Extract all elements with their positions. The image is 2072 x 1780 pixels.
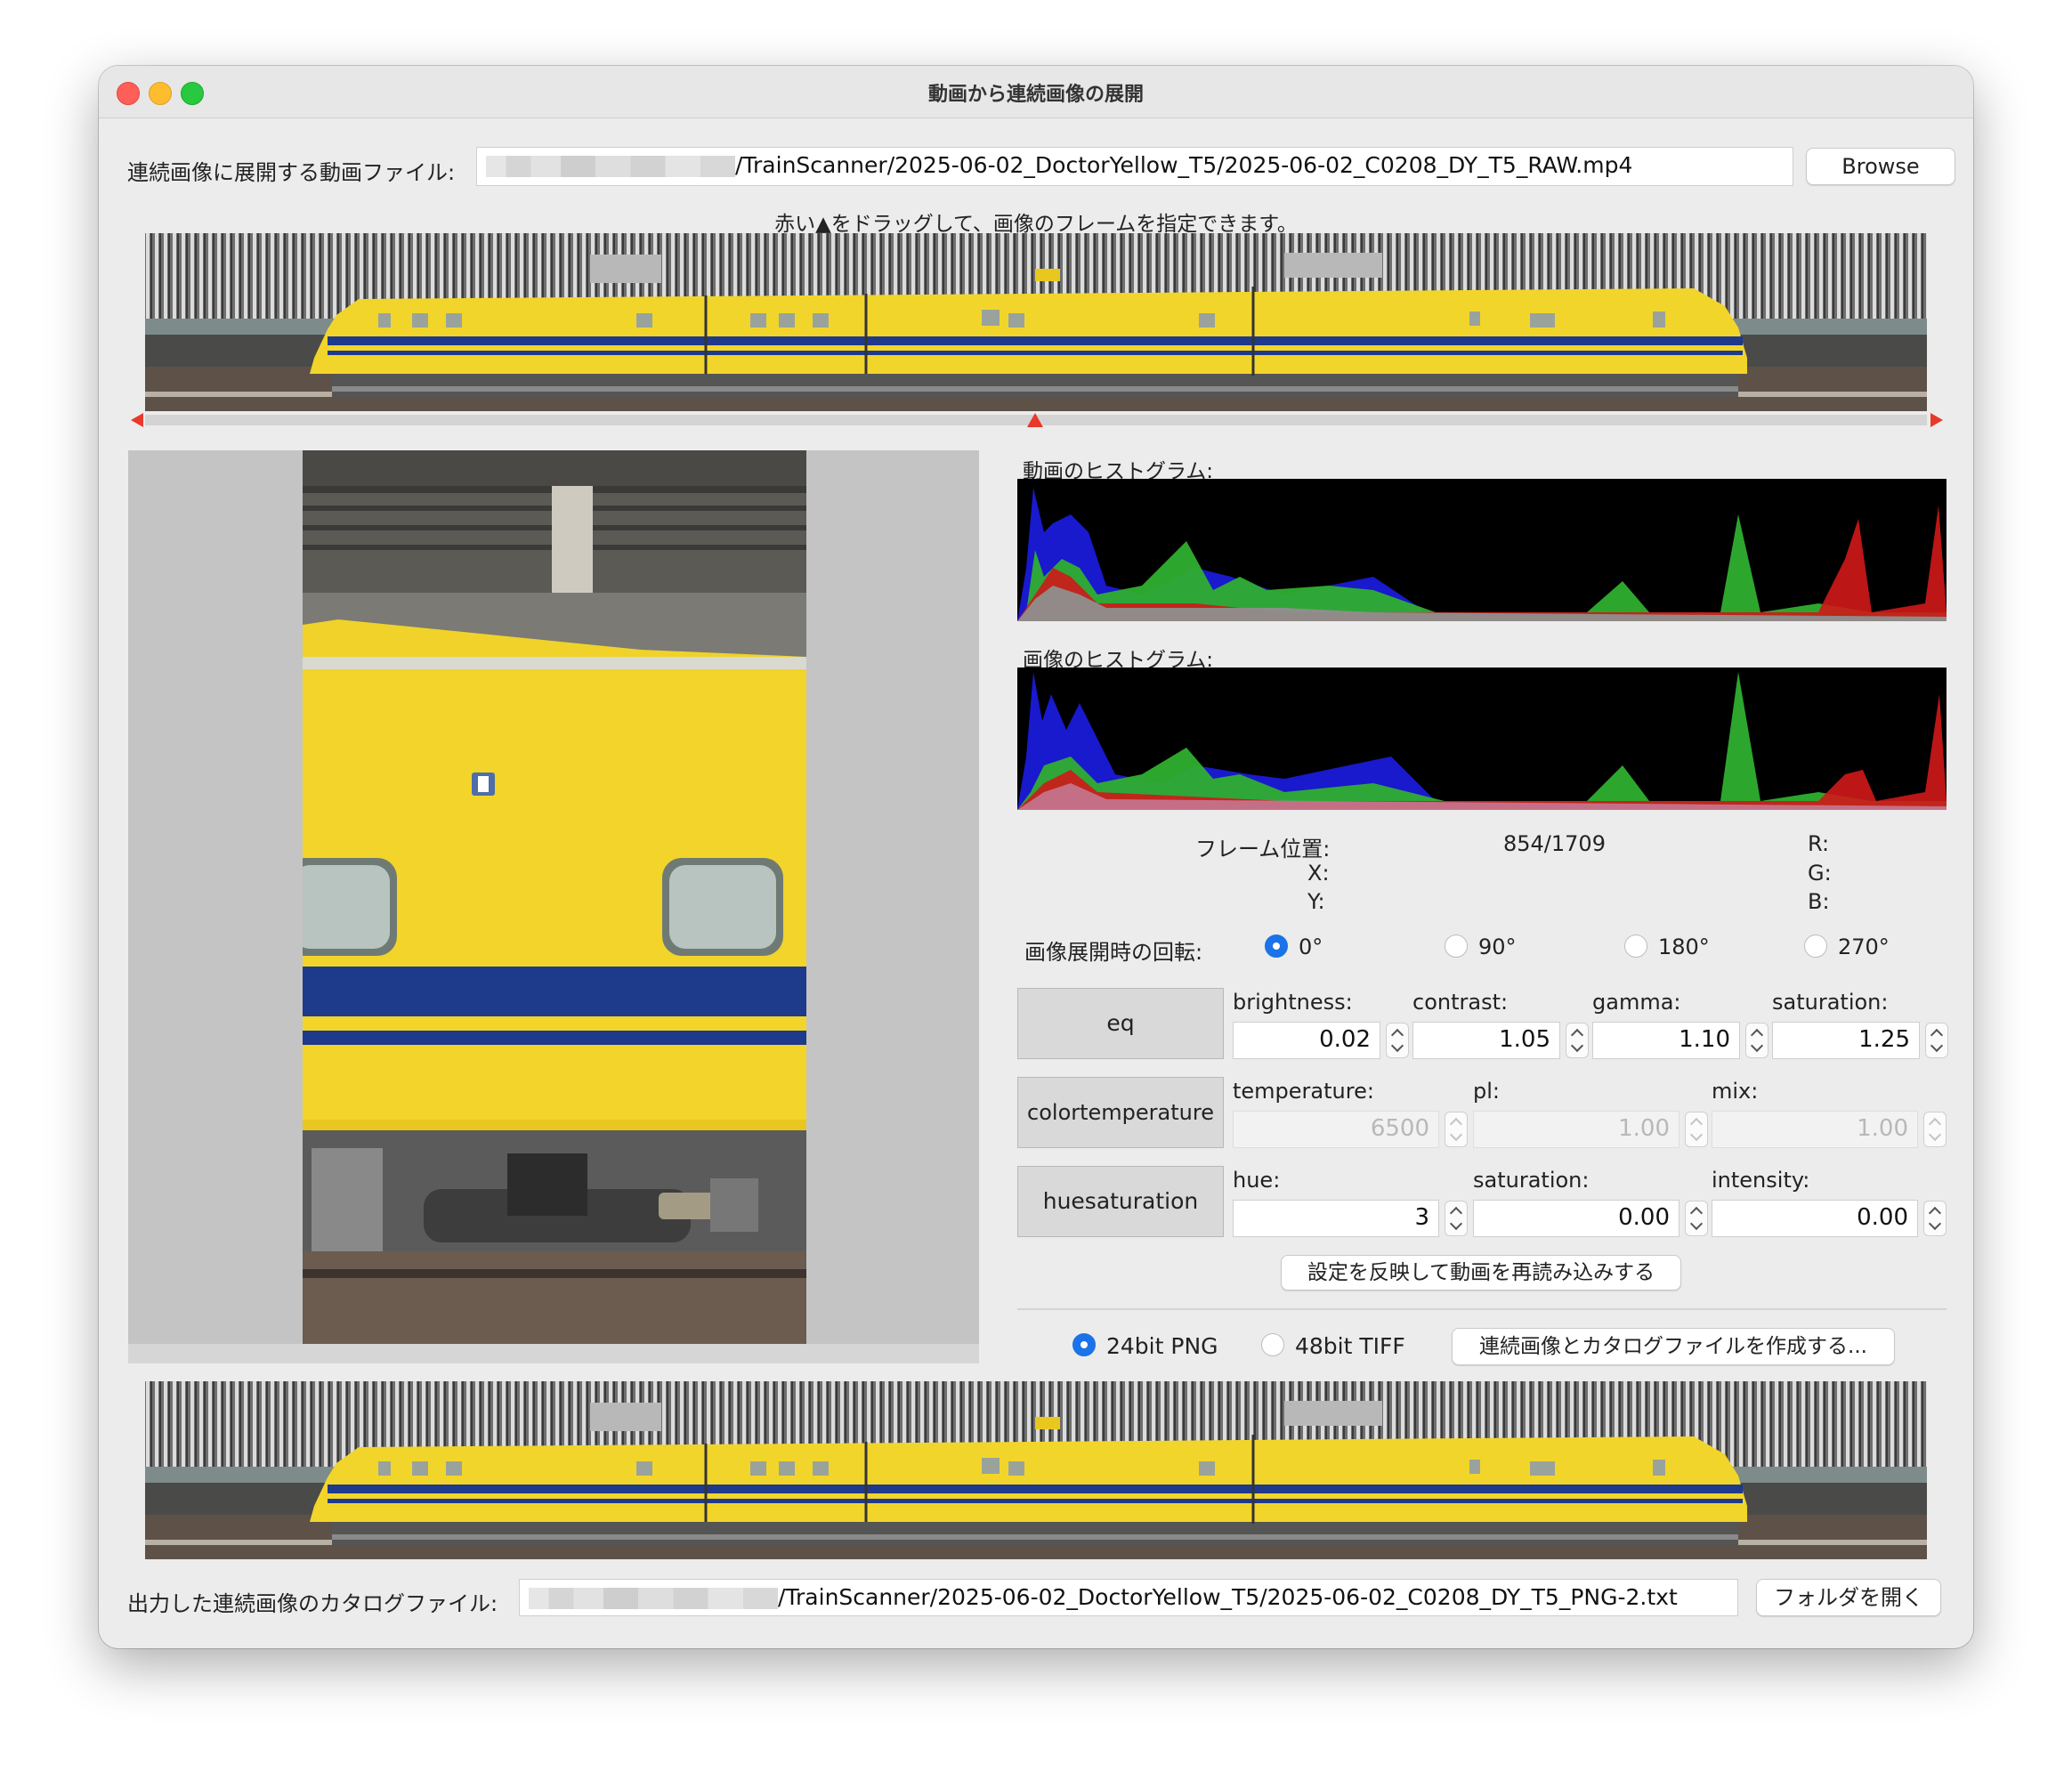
output-strip-preview xyxy=(145,1381,1927,1559)
eq-saturation-stepper[interactable] xyxy=(1925,1023,1948,1058)
hs-saturation-label: saturation: xyxy=(1473,1168,1590,1193)
redacted-path-prefix xyxy=(486,156,735,177)
b-label: B: xyxy=(1808,889,1830,914)
pl-input[interactable]: 1.00 xyxy=(1473,1111,1679,1148)
rotation-0-label: 0° xyxy=(1299,934,1323,959)
rotation-90-label: 90° xyxy=(1478,934,1517,959)
intensity-label: intensity: xyxy=(1712,1168,1810,1193)
png-format-radio[interactable] xyxy=(1072,1333,1096,1356)
png-format-label: 24bit PNG xyxy=(1106,1333,1218,1359)
train-frame-image xyxy=(303,450,806,1344)
rotation-90-radio[interactable] xyxy=(1445,934,1468,958)
temperature-stepper[interactable] xyxy=(1445,1112,1468,1147)
rotation-180-label: 180° xyxy=(1658,934,1710,959)
image-histogram-chart xyxy=(1017,672,1947,810)
pl-stepper[interactable] xyxy=(1685,1112,1708,1147)
r-label: R: xyxy=(1808,831,1830,856)
hs-saturation-input[interactable]: 0.00 xyxy=(1473,1200,1679,1237)
pl-label: pl: xyxy=(1473,1079,1500,1104)
rotation-label: 画像展開時の回転: xyxy=(1024,940,1203,965)
hue-stepper[interactable] xyxy=(1445,1201,1468,1236)
slider-hint: 赤い▲をドラッグして、画像のフレームを指定できます。 xyxy=(774,213,1298,236)
intensity-input[interactable]: 0.00 xyxy=(1712,1200,1918,1237)
gamma-label: gamma: xyxy=(1592,990,1681,1015)
hs-saturation-stepper[interactable] xyxy=(1685,1201,1708,1236)
contrast-input[interactable]: 1.05 xyxy=(1412,1022,1560,1059)
contrast-label: contrast: xyxy=(1412,990,1509,1015)
g-label: G: xyxy=(1808,861,1832,886)
gamma-stepper[interactable] xyxy=(1745,1023,1768,1058)
hue-label: hue: xyxy=(1233,1168,1281,1193)
redacted-catalog-prefix xyxy=(529,1588,778,1609)
separator xyxy=(1017,1308,1947,1310)
train-strip-image xyxy=(145,233,1927,411)
browse-button[interactable]: Browse xyxy=(1806,148,1955,185)
tiff-format-label: 48bit TIFF xyxy=(1295,1333,1405,1359)
brightness-input[interactable]: 0.02 xyxy=(1233,1022,1380,1059)
window-title: 動画から連続画像の展開 xyxy=(927,84,1144,106)
catalog-file-field[interactable]: /TrainScanner/2025-06-02_DoctorYellow_T5… xyxy=(519,1579,1738,1616)
open-folder-button[interactable]: フォルダを開く xyxy=(1756,1579,1941,1616)
temperature-input[interactable]: 6500 xyxy=(1233,1111,1439,1148)
rotation-270-radio[interactable] xyxy=(1804,934,1827,958)
intensity-stepper[interactable] xyxy=(1923,1201,1947,1236)
frame-preview-scrollbar[interactable] xyxy=(128,1344,979,1363)
y-label: Y: xyxy=(1307,889,1325,914)
train-strip-output-image xyxy=(145,1381,1927,1559)
input-file-label: 連続画像に展開する動画ファイル: xyxy=(127,160,456,185)
catalog-file-path: /TrainScanner/2025-06-02_DoctorYellow_T5… xyxy=(778,1584,1678,1610)
mix-input[interactable]: 1.00 xyxy=(1712,1111,1918,1148)
reload-video-button[interactable]: 設定を反映して動画を再読み込みする xyxy=(1281,1255,1681,1290)
tiff-format-radio[interactable] xyxy=(1261,1333,1284,1356)
frame-position-value: 854/1709 xyxy=(1503,831,1606,856)
colortemperature-filter-button[interactable]: colortemperature xyxy=(1017,1077,1224,1148)
mix-label: mix: xyxy=(1712,1079,1759,1104)
slider-end-marker[interactable] xyxy=(1930,413,1943,427)
input-file-path: /TrainScanner/2025-06-02_DoctorYellow_T5… xyxy=(735,152,1633,178)
slider-start-marker[interactable] xyxy=(131,413,143,427)
temperature-label: temperature: xyxy=(1233,1079,1374,1104)
mix-stepper[interactable] xyxy=(1923,1112,1947,1147)
frame-image xyxy=(303,450,806,1344)
movie-histogram xyxy=(1017,479,1947,621)
image-histogram xyxy=(1017,668,1947,810)
create-images-button[interactable]: 連続画像とカタログファイルを作成する... xyxy=(1452,1328,1895,1365)
title-bar: 動画から連続画像の展開 xyxy=(99,66,1973,118)
input-file-field[interactable]: /TrainScanner/2025-06-02_DoctorYellow_T5… xyxy=(476,147,1793,186)
frame-position-label: フレーム位置: xyxy=(1195,837,1331,862)
frame-position-handle[interactable] xyxy=(1027,413,1044,427)
rotation-180-radio[interactable] xyxy=(1624,934,1647,958)
video-strip-preview xyxy=(145,233,1927,411)
movie-histogram-chart xyxy=(1017,488,1947,621)
brightness-stepper[interactable] xyxy=(1386,1023,1409,1058)
rotation-0-radio[interactable] xyxy=(1265,934,1288,958)
app-window: 動画から連続画像の展開 連続画像に展開する動画ファイル: /TrainScann… xyxy=(99,66,1973,1648)
eq-saturation-label: saturation: xyxy=(1772,990,1889,1015)
eq-saturation-input[interactable]: 1.25 xyxy=(1772,1022,1920,1059)
rotation-270-label: 270° xyxy=(1838,934,1890,959)
huesaturation-filter-button[interactable]: huesaturation xyxy=(1017,1166,1224,1237)
catalog-file-label: 出力した連続画像のカタログファイル: xyxy=(127,1591,498,1616)
eq-filter-button[interactable]: eq xyxy=(1017,988,1224,1059)
gamma-input[interactable]: 1.10 xyxy=(1592,1022,1740,1059)
x-label: X: xyxy=(1307,861,1330,886)
hue-input[interactable]: 3 xyxy=(1233,1200,1439,1237)
brightness-label: brightness: xyxy=(1233,990,1353,1015)
contrast-stepper[interactable] xyxy=(1566,1023,1589,1058)
